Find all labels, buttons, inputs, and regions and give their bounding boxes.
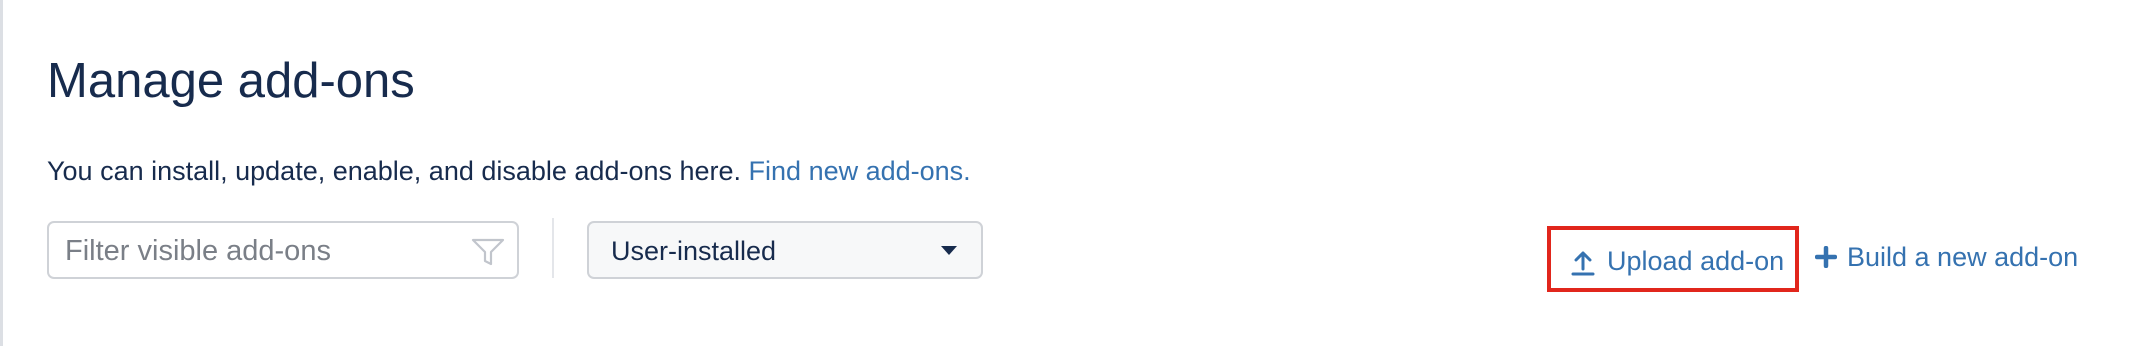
toolbar-divider bbox=[552, 218, 554, 278]
page-title: Manage add-ons bbox=[47, 54, 415, 108]
chevron-down-icon bbox=[941, 246, 957, 255]
upload-arrow-icon bbox=[1571, 251, 1595, 276]
plus-icon bbox=[1815, 246, 1837, 268]
build-new-addon-label: Build a new add-on bbox=[1847, 242, 2079, 272]
addon-scope-selected-value: User-installed bbox=[611, 236, 777, 266]
upload-addon-label: Upload add-on bbox=[1607, 246, 1785, 276]
find-new-addons-link[interactable]: Find new add-ons. bbox=[749, 156, 971, 186]
filter-addons-input[interactable] bbox=[65, 233, 455, 269]
upload-addon-button[interactable]: Upload add-on bbox=[1547, 226, 1799, 292]
build-new-addon-button[interactable]: Build a new add-on bbox=[1815, 242, 2078, 273]
addon-scope-select[interactable]: User-installed bbox=[587, 221, 983, 279]
manage-addons-page: Manage add-ons You can install, update, … bbox=[0, 0, 2138, 346]
intro-description: You can install, update, enable, and dis… bbox=[47, 156, 742, 186]
intro-text: You can install, update, enable, and dis… bbox=[47, 156, 971, 187]
filter-addons-field[interactable] bbox=[47, 221, 519, 279]
filter-funnel-icon bbox=[471, 238, 505, 266]
